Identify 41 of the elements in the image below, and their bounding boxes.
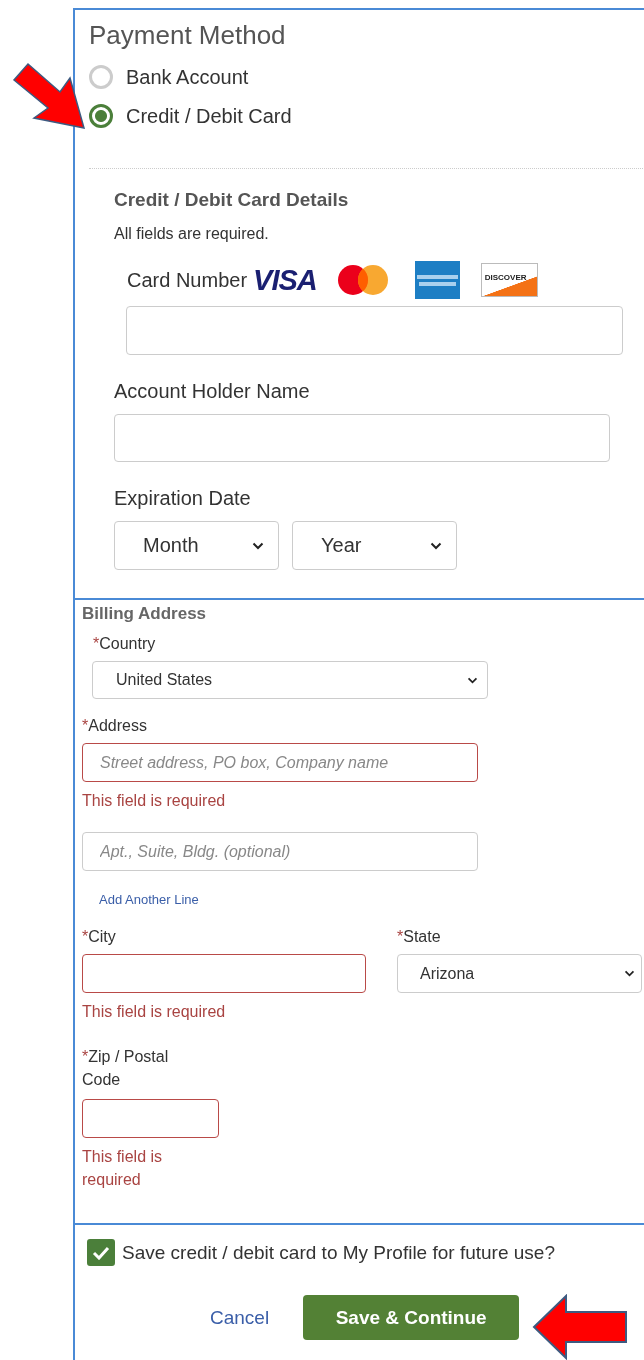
- error-message: This field is required: [82, 1002, 227, 1022]
- checkbox-label[interactable]: Save credit / debit card to My Profile for future use?: [122, 1241, 555, 1264]
- city-field[interactable]: [82, 954, 366, 993]
- section-title: Payment Method: [89, 20, 287, 50]
- chevron-icon: [467, 676, 478, 684]
- field-label: *City: [82, 928, 117, 946]
- note-text: All fields are required.: [114, 225, 270, 243]
- address-line-field[interactable]: Apt., Suite, Bldg. (optional): [82, 832, 478, 871]
- checkmark-icon: [92, 1245, 110, 1260]
- visa-logo: VISA: [253, 263, 317, 297]
- chevron-icon: [624, 970, 635, 977]
- field-label: *Address: [82, 717, 148, 735]
- card-number-field[interactable]: [126, 306, 623, 355]
- month-select[interactable]: Month: [114, 521, 279, 570]
- chevron-icon: [430, 541, 442, 550]
- section-title: Credit / Debit Card Details: [114, 189, 350, 211]
- address-field[interactable]: Street address, PO box, Company name: [82, 743, 478, 782]
- cancel-link[interactable]: Cancel: [210, 1306, 270, 1329]
- field-label: *Zip / Postal Code: [82, 1047, 170, 1090]
- year-select[interactable]: Year: [292, 521, 457, 570]
- add-line-link[interactable]: Add Another Line: [99, 892, 199, 907]
- field-label: Card Number: [127, 268, 248, 292]
- discover-logo: DISCOVER: [480, 263, 538, 297]
- zip-field[interactable]: [82, 1099, 219, 1138]
- state-select[interactable]: Arizona: [397, 954, 642, 993]
- error-message: This field is required: [82, 1147, 164, 1190]
- field-label: *State: [397, 928, 442, 946]
- holder-name-field[interactable]: [114, 414, 610, 462]
- field-label: *Country: [93, 635, 157, 653]
- country-select[interactable]: United States: [92, 661, 488, 699]
- radio-label[interactable]: Credit / Debit Card: [126, 104, 292, 128]
- field-label: Account Holder Name: [114, 380, 311, 403]
- chevron-icon: [252, 541, 264, 550]
- amex-logo: [414, 261, 460, 299]
- save-continue-button[interactable]: Save & Continue: [303, 1295, 520, 1340]
- section-title: Billing Address: [82, 604, 208, 624]
- radio-button[interactable]: [89, 104, 113, 128]
- checkbox[interactable]: [87, 1239, 115, 1266]
- field-label: Expiration Date: [114, 487, 252, 510]
- error-message: This field is required: [82, 791, 227, 811]
- radio-label[interactable]: Bank Account: [126, 65, 249, 89]
